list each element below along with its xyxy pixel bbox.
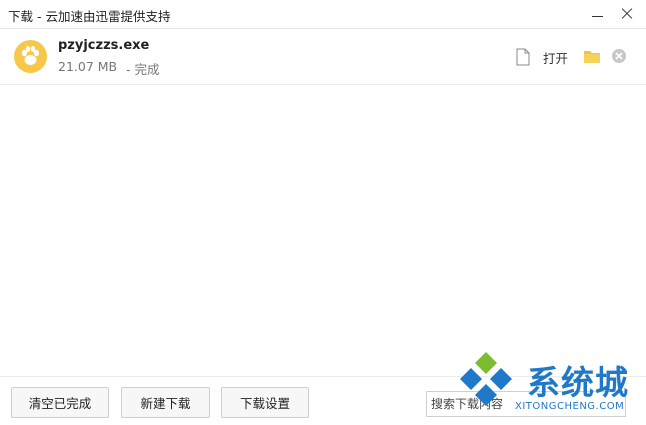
title-bar: 下载 - 云加速由迅雷提供支持 (0, 0, 646, 29)
paw-icon (14, 40, 47, 73)
open-button[interactable]: 打开 (543, 48, 568, 67)
file-name: pzyjczzs.exe (58, 38, 150, 53)
download-item[interactable]: pzyjczzs.exe 21.07 MB - 完成 打开 (0, 30, 646, 85)
clear-completed-button[interactable]: 清空已完成 (11, 387, 109, 418)
document-icon[interactable] (515, 48, 531, 66)
remove-icon[interactable] (611, 48, 627, 64)
search-input[interactable] (426, 391, 626, 417)
download-status: - 完成 (126, 62, 160, 77)
file-size: 21.07 MB (58, 59, 118, 74)
window-title: 下载 - 云加速由迅雷提供支持 (8, 9, 171, 24)
close-icon[interactable] (617, 4, 637, 24)
new-download-button[interactable]: 新建下载 (121, 387, 210, 418)
download-settings-button[interactable]: 下载设置 (221, 387, 309, 418)
folder-icon[interactable] (583, 48, 601, 64)
bottom-toolbar: 清空已完成 新建下载 下载设置 (0, 376, 646, 425)
minimize-icon[interactable] (588, 4, 608, 24)
